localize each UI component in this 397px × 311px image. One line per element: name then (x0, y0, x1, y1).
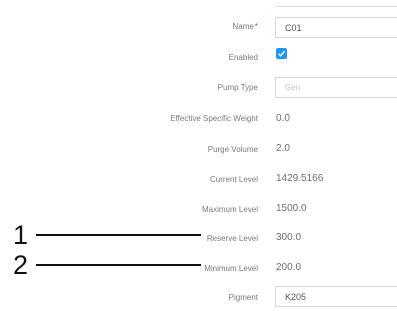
effective-specific-weight-value: 0.0 (276, 113, 290, 124)
reserve-level-value: 300.0 (276, 232, 302, 243)
pigment-label: Pigment (228, 293, 258, 302)
callout-1-line (36, 234, 201, 236)
current-level-label: Current Level (209, 175, 258, 184)
reserve-level-label: Reserve Level (206, 234, 258, 243)
required-mark: * (254, 22, 258, 31)
top-divider (275, 6, 397, 7)
minimum-level-label: Minimum Level (204, 264, 258, 273)
effective-specific-weight-label: Effective Specific Weight (170, 114, 258, 123)
pump-type-label: Pump Type (217, 83, 258, 92)
pigment-input[interactable]: K205 (275, 286, 397, 307)
enabled-checkbox[interactable] (276, 48, 287, 59)
check-icon (278, 50, 286, 57)
name-input[interactable]: C01 (275, 17, 397, 38)
name-label-text: Name (232, 22, 254, 31)
enabled-label: Enabled (228, 53, 258, 62)
purge-volume-label: Purge Volume (207, 145, 258, 154)
pump-type-value: Gen (285, 83, 301, 92)
name-label: Name* (233, 22, 258, 32)
minimum-level-value: 200.0 (276, 262, 302, 273)
name-input-value: C01 (285, 23, 302, 33)
purge-volume-value: 2.0 (276, 143, 290, 154)
pigment-input-value: K205 (285, 292, 307, 302)
callout-1-number: 1 (13, 220, 29, 250)
maximum-level-value: 1500.0 (276, 203, 307, 214)
callout-2-number: 2 (13, 250, 29, 280)
pump-type-field: Gen (275, 77, 397, 98)
callout-2-line (36, 264, 201, 266)
current-level-value: 1429.5166 (276, 173, 324, 184)
maximum-level-label: Maximum Level (201, 205, 258, 214)
